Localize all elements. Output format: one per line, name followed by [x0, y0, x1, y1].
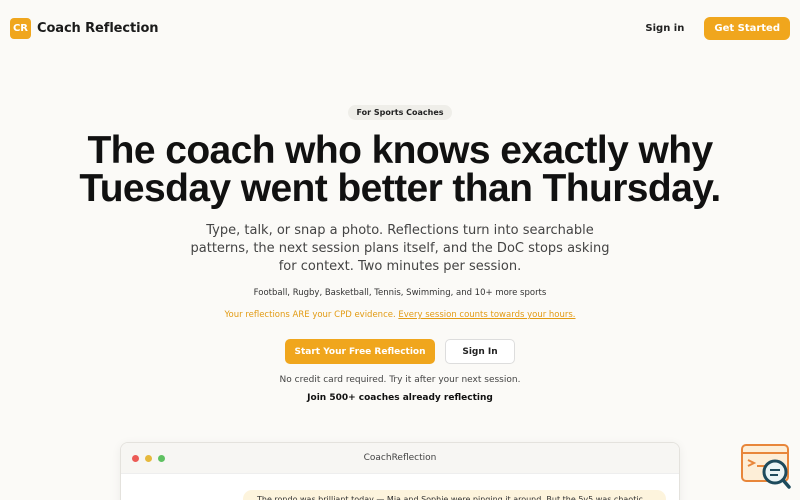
chat-message-bubble: The rondo was brilliant today — Mia and …: [243, 490, 666, 500]
hero-section: For Sports Coaches The coach who knows e…: [0, 100, 800, 403]
nav-actions: Sign in Get Started: [645, 16, 790, 40]
window-title-bar: CoachReflection: [121, 443, 679, 474]
sports-list: Football, Rugby, Basketball, Tennis, Swi…: [253, 288, 547, 298]
cpd-link[interactable]: Every session counts towards your hours.: [398, 310, 575, 320]
hero-title-line-1: The coach who knows exactly why: [87, 129, 713, 172]
chat-search-icon[interactable]: [741, 444, 791, 490]
hero-title: The coach who knows exactly why Tuesday …: [0, 129, 800, 210]
sign-in-link[interactable]: Sign in: [645, 23, 684, 34]
brand-name: Coach Reflection: [37, 20, 159, 36]
sign-in-button[interactable]: Sign In: [445, 339, 515, 364]
get-started-button[interactable]: Get Started: [704, 16, 790, 40]
window-title: CoachReflection: [363, 453, 437, 463]
app-preview-window: CoachReflection The rondo was brilliant …: [120, 442, 680, 500]
top-navigation: CR Coach Reflection Sign in Get Started: [0, 0, 800, 56]
cpd-text: Your reflections ARE your CPD evidence.: [224, 310, 396, 320]
no-credit-card-note: No credit card required. Try it after yo…: [279, 375, 521, 385]
start-free-reflection-button[interactable]: Start Your Free Reflection: [285, 339, 435, 364]
cpd-note: Your reflections ARE your CPD evidence. …: [0, 310, 800, 320]
audience-badge: For Sports Coaches: [348, 105, 452, 120]
cta-row: Start Your Free Reflection Sign In: [0, 339, 800, 364]
brand[interactable]: CR Coach Reflection: [10, 17, 159, 39]
brand-logo: CR: [10, 17, 31, 39]
hero-title-line-2: Tuesday went better than Thursday.: [79, 167, 721, 210]
chat-search-icon-graphic: [741, 444, 791, 489]
hero-subtitle: Type, talk, or snap a photo. Reflections…: [190, 223, 610, 274]
social-proof: Join 500+ coaches already reflecting: [307, 393, 493, 403]
